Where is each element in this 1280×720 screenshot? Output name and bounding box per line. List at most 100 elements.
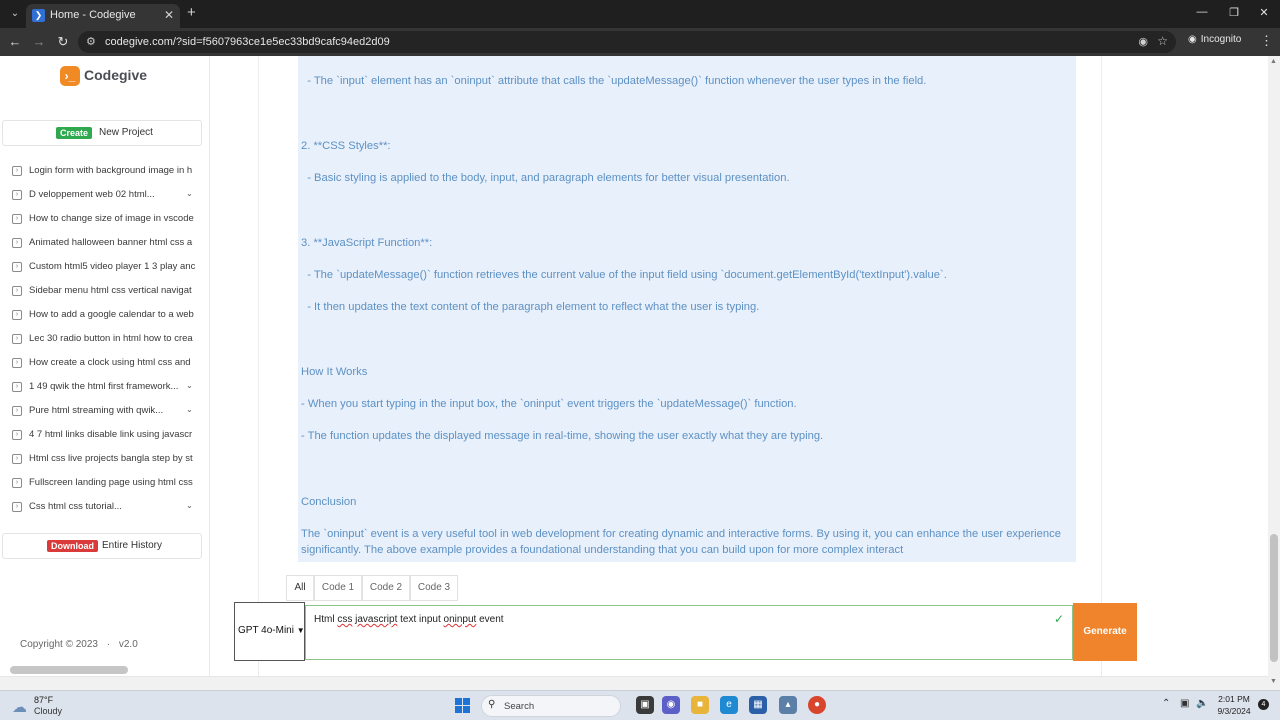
history-item[interactable]: › Fullscreen landing page using html css <box>2 471 202 495</box>
history-item[interactable]: › How to add a google calendar to a web <box>2 303 202 327</box>
chevron-down-icon[interactable]: ⌄ <box>186 405 193 414</box>
copyright-footer: Copyright © 2023 · v2.0 <box>20 639 138 650</box>
task-view-icon[interactable]: ▣ <box>636 696 654 714</box>
new-project-button[interactable]: Create New Project <box>2 120 202 146</box>
history-item-label: How to add a google calendar to a web <box>29 309 194 320</box>
history-item-label: Html css live projects bangla step by st <box>29 453 193 464</box>
history-item-label: Css html css tutorial... <box>29 501 122 512</box>
url-text[interactable]: codegive.com/?sid=f5607963ce1e5ec33bd9ca… <box>105 36 390 48</box>
address-bar[interactable]: ⚙ codegive.com/?sid=f5607963ce1e5ec33bd9… <box>78 31 1176 53</box>
chevron-down-icon[interactable]: ⌄ <box>186 501 193 510</box>
page-vertical-scrollbar[interactable]: ▲ ▼ <box>1268 56 1280 690</box>
notification-badge[interactable]: 4 <box>1258 699 1269 710</box>
history-item[interactable]: › Html css live projects bangla step by s… <box>2 447 202 471</box>
taskbar-search[interactable]: ⚲ Search <box>481 695 621 717</box>
reload-icon[interactable]: ↻ <box>54 34 72 50</box>
window-restore-icon[interactable]: ❐ <box>1224 6 1244 19</box>
scroll-up-arrow-icon[interactable]: ▲ <box>1270 58 1277 65</box>
copyright-text: Copyright © 2023 <box>20 639 98 650</box>
new-tab-plus-icon[interactable]: + <box>187 5 196 21</box>
tray-overflow-chevron-icon[interactable]: ⌃ <box>1162 698 1170 709</box>
response-line: - The function updates the displayed mes… <box>301 430 824 442</box>
bookmark-star-icon[interactable]: ☆ <box>1157 34 1168 48</box>
photos-icon[interactable]: ▴ <box>779 696 797 714</box>
chevron-down-icon[interactable]: ⌄ <box>186 189 193 198</box>
terminal-icon: › <box>12 262 22 272</box>
terminal-icon: › <box>12 214 22 224</box>
history-item[interactable]: › Lec 30 radio button in html how to crea <box>2 327 202 351</box>
history-item[interactable]: › 4 7 html links disable link using javas… <box>2 423 202 447</box>
volume-icon[interactable]: 🔈 <box>1196 698 1208 709</box>
prompt-text-part: oninput <box>443 614 477 625</box>
history-item[interactable]: › Animated halloween banner html css a <box>2 231 202 255</box>
history-item-label: Sidebar menu html css vertical navigat <box>29 285 192 296</box>
history-item[interactable]: › Sidebar menu html css vertical navigat <box>2 279 202 303</box>
generate-button[interactable]: Generate <box>1073 603 1137 661</box>
download-history-button[interactable]: Download Entire History <box>2 533 202 559</box>
download-label: Entire History <box>102 540 163 551</box>
page-horizontal-scrollbar[interactable] <box>0 676 1268 690</box>
terminal-icon: › <box>12 166 22 176</box>
taskbar: ☁ 87°F Cloudy ⚲ Search ▣ ◉ ■ e ▦ ▴ ● ⌃ ▣… <box>0 690 1280 720</box>
history-item[interactable]: › Css html css tutorial... ⌄ <box>2 495 202 519</box>
chrome-icon[interactable]: ● <box>808 696 826 714</box>
scroll-down-arrow-icon[interactable]: ▼ <box>1270 678 1277 685</box>
history-item-label: How to change size of image in vscode <box>29 213 194 224</box>
history-item[interactable]: › Pure html streaming with qwik... ⌄ <box>2 399 202 423</box>
model-select[interactable]: GPT 4o-Mini ▼ <box>234 602 305 661</box>
history-list: › Login form with background image in h › D… <box>2 159 202 519</box>
response-line: - When you start typing in the input box… <box>301 398 797 410</box>
network-icon[interactable]: ▣ <box>1180 698 1189 709</box>
history-item-label: Login form with background image in h <box>29 165 193 176</box>
history-item[interactable]: › D veloppement web 02 html... ⌄ <box>2 183 202 207</box>
page-viewport: ›_ Codegive Create New Project › Login fo… <box>0 56 1280 690</box>
browser-toolbar: ← → ↻ ⚙ codegive.com/?sid=f5607963ce1e5e… <box>0 28 1280 56</box>
history-item[interactable]: › Login form with background image in h <box>2 159 202 183</box>
clock-date[interactable]: 9/3/2024 <box>1214 706 1254 716</box>
code-tab[interactable]: All <box>286 575 314 601</box>
terminal-icon: › <box>12 310 22 320</box>
window-close-icon[interactable]: ✕ <box>1254 6 1274 19</box>
history-item[interactable]: › How create a clock using html css and <box>2 351 202 375</box>
scroll-thumb[interactable] <box>1270 534 1278 662</box>
teams-chat-icon[interactable]: ◉ <box>662 696 680 714</box>
site-info-icon[interactable]: ⚙ <box>86 35 96 48</box>
code-tab[interactable]: Code 1 <box>314 575 362 601</box>
forward-arrow-icon[interactable]: → <box>30 34 48 50</box>
window-minimize-icon[interactable]: — <box>1192 6 1212 18</box>
file-explorer-icon[interactable]: ■ <box>691 696 709 714</box>
windows-start-icon[interactable] <box>455 698 470 713</box>
chevron-down-icon[interactable]: ⌄ <box>186 381 193 390</box>
clock-time[interactable]: 2:01 PM <box>1214 694 1254 704</box>
prompt-input[interactable]: Html css javascript text input oninput e… <box>305 605 1073 660</box>
new-project-label: New Project <box>99 127 153 138</box>
history-item-label: 4 7 html links disable link using javasc… <box>29 429 193 440</box>
weather-temp[interactable]: 87°F <box>34 695 53 705</box>
history-item[interactable]: › Custom html5 video player 1 3 play anc <box>2 255 202 279</box>
terminal-icon: › <box>12 406 22 416</box>
cloud-weather-icon[interactable]: ☁ <box>12 698 27 716</box>
prompt-text-part: Html <box>314 614 338 625</box>
incognito-indicator[interactable]: ◉ Incognito <box>1188 34 1241 45</box>
history-item[interactable]: › How to change size of image in vscode <box>2 207 202 231</box>
weather-desc[interactable]: Cloudy <box>34 706 62 716</box>
tab-search-chevron-icon[interactable]: ⌄ <box>6 5 24 23</box>
history-item[interactable]: › 1 49 qwik the html first framework... ⌄ <box>2 375 202 399</box>
back-arrow-icon[interactable]: ← <box>6 34 24 50</box>
code-tab[interactable]: Code 2 <box>362 575 410 601</box>
browser-tab-active[interactable]: ❯ Home - Codegive ✕ <box>26 4 180 28</box>
store-icon[interactable]: ▦ <box>749 696 767 714</box>
edge-browser-icon[interactable]: e <box>720 696 738 714</box>
code-tab[interactable]: Code 3 <box>410 575 458 601</box>
search-icon: ⚲ <box>488 699 496 710</box>
browser-menu-icon[interactable]: ⋮ <box>1260 33 1273 49</box>
prompt-text[interactable]: Html css javascript text input oninput e… <box>314 614 504 625</box>
footer-separator: · <box>106 639 111 650</box>
terminal-icon: › <box>12 238 22 248</box>
response-line: 3. **JavaScript Function**: <box>301 237 433 249</box>
eye-off-icon[interactable]: ◉ <box>1138 35 1148 48</box>
sidebar-horizontal-scrollbar[interactable] <box>10 666 128 674</box>
response-line: - The `input` element has an `oninput` a… <box>301 75 927 87</box>
taskbar-search-label: Search <box>504 701 535 712</box>
tab-close-icon[interactable]: ✕ <box>164 8 174 22</box>
